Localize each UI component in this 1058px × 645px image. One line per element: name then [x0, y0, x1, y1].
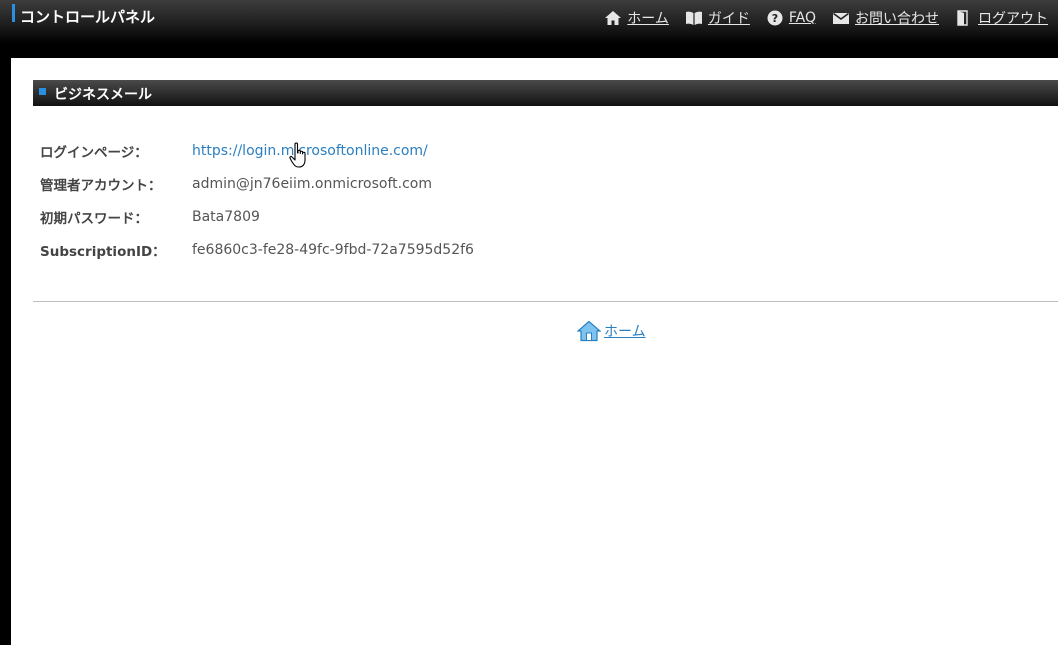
mail-icon — [833, 12, 849, 24]
section-divider — [33, 301, 1058, 302]
nav-home-label: ホーム — [627, 11, 669, 27]
question-icon: ? — [767, 10, 783, 26]
main-content: ビジネスメール ログインページ： https://login.microsoft… — [11, 58, 1058, 645]
nav-guide-label: ガイド — [707, 11, 750, 27]
admin-account-label: 管理者アカウント： — [40, 177, 162, 194]
login-page-link[interactable]: https://login.microsoftonline.com/ — [192, 143, 428, 159]
nav-home-link[interactable]: ホーム — [604, 8, 669, 28]
nav-contact-link[interactable]: お問い合わせ — [832, 8, 939, 28]
svg-text:?: ? — [772, 12, 778, 25]
nav-contact-label: お問い合わせ — [855, 11, 939, 27]
info-row-login-page: ログインページ： https://login.microsoftonline.c… — [40, 134, 740, 167]
nav-guide-link[interactable]: ガイド — [685, 8, 750, 28]
nav-logout-label: ログアウト — [978, 11, 1048, 27]
home-icon — [577, 320, 601, 342]
nav-logout-link[interactable]: ログアウト — [955, 8, 1048, 28]
nav-faq-link[interactable]: ? FAQ — [766, 10, 816, 26]
home-icon — [605, 11, 622, 25]
admin-account-value: admin@jn76eiim.onmicrosoft.com — [192, 175, 432, 192]
book-icon — [685, 11, 702, 25]
top-navigation: ホーム ガイド ? FAQ お問い合わせ ログアウト — [604, 8, 1048, 28]
info-row-subscription-id: SubscriptionID： fe6860c3-fe28-49fc-9fbd-… — [40, 233, 740, 266]
footer-home-link[interactable]: ホーム — [577, 320, 646, 342]
section-marker — [39, 88, 46, 95]
footer-home-label: ホーム — [604, 324, 646, 340]
subscription-id-label: SubscriptionID： — [40, 243, 166, 260]
initial-password-value: Bata7809 — [192, 208, 260, 225]
subscription-id-value: fe6860c3-fe28-49fc-9fbd-72a7595d52f6 — [192, 241, 474, 258]
hand-cursor-icon — [289, 142, 306, 168]
title-accent-bar — [12, 4, 15, 22]
section-title: ビジネスメール — [54, 87, 152, 103]
account-info: ログインページ： https://login.microsoftonline.c… — [40, 134, 740, 266]
info-row-initial-password: 初期パスワード： Bata7809 — [40, 200, 740, 233]
logout-icon — [957, 10, 968, 26]
nav-faq-label: FAQ — [788, 10, 816, 26]
section-header: ビジネスメール — [33, 80, 1058, 106]
app-title: コントロールパネル — [20, 8, 156, 26]
initial-password-label: 初期パスワード： — [40, 210, 148, 227]
login-page-label: ログインページ： — [40, 144, 148, 161]
top-bar: コントロールパネル ホーム ガイド ? FAQ お問い合わせ ログアウト — [0, 0, 1058, 44]
info-row-admin-account: 管理者アカウント： admin@jn76eiim.onmicrosoft.com — [40, 167, 740, 200]
